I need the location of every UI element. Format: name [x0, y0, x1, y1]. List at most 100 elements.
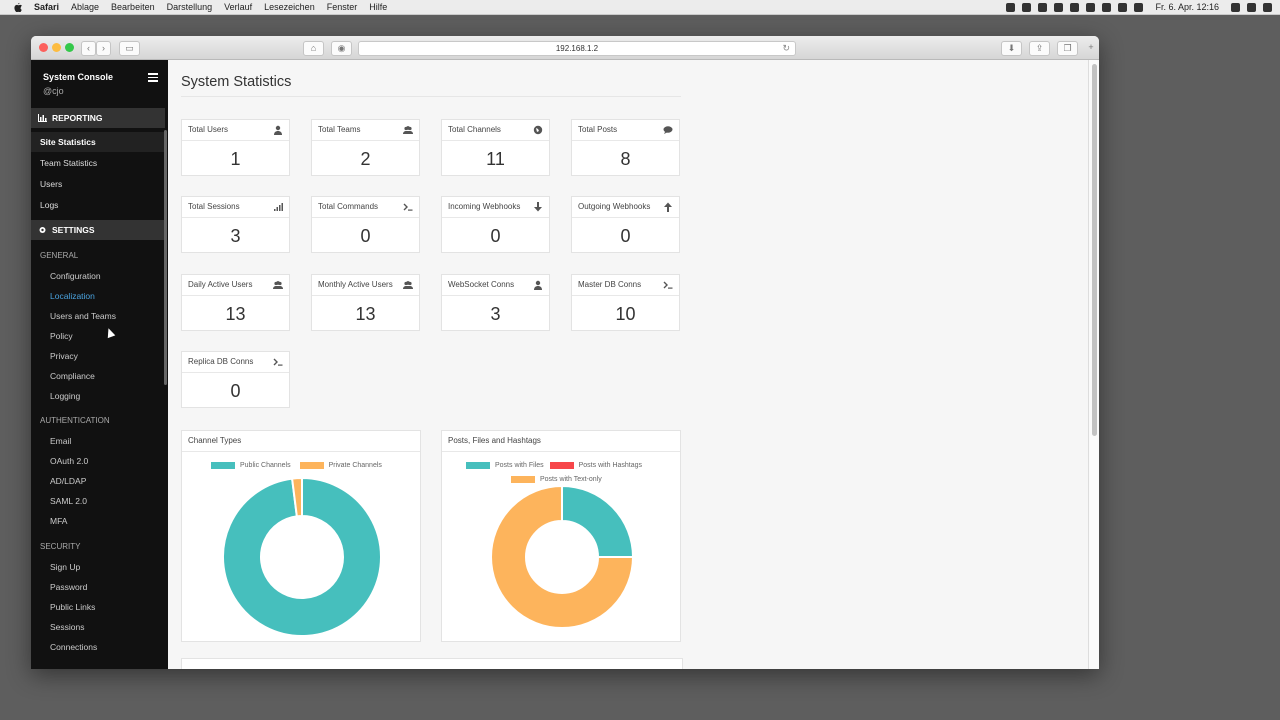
zoom-window-button[interactable]: [65, 43, 74, 52]
spotlight-icon[interactable]: [1231, 2, 1240, 12]
sidebar-scrollbar[interactable]: [164, 130, 167, 385]
page-scrollbar[interactable]: [1088, 60, 1099, 669]
share-button[interactable]: ⇪: [1029, 41, 1050, 56]
stat-label: Total Sessions: [188, 202, 240, 211]
menu-fenster[interactable]: Fenster: [327, 2, 358, 12]
chart-title: Channel Types: [182, 431, 420, 452]
dropbox-icon[interactable]: [1070, 2, 1080, 12]
sidebar-header: System Console @cjo: [43, 72, 113, 96]
sidebar-toggle-button[interactable]: ▭: [119, 41, 140, 56]
menu-ablage[interactable]: Ablage: [71, 2, 99, 12]
reporting-header: REPORTING: [31, 108, 165, 128]
sidebar-item-logs[interactable]: Logs: [40, 200, 58, 210]
tray-icon[interactable]: [1038, 2, 1048, 12]
sidebar: System Console @cjo REPORTING Site Stati…: [31, 60, 168, 669]
menu-clock[interactable]: Fr. 6. Apr. 12:16: [1155, 2, 1219, 12]
users-icon: [403, 281, 413, 289]
downloads-button[interactable]: ⬇: [1001, 41, 1022, 56]
reader-button[interactable]: ◉: [331, 41, 352, 56]
sidebar-item-site-statistics[interactable]: Site Statistics: [31, 132, 165, 152]
sidebar-item-privacy[interactable]: Privacy: [50, 351, 78, 361]
stat-card-total-channels: Total Channels 11: [441, 119, 550, 176]
bar-chart-icon: [38, 114, 47, 122]
address-bar[interactable]: 192.168.1.2 ↻: [358, 41, 796, 56]
apple-icon[interactable]: [12, 2, 24, 12]
stat-label: Total Commands: [318, 202, 379, 211]
donut-slice-posts-with-files[interactable]: [561, 484, 635, 558]
stat-label: Outgoing Webhooks: [578, 202, 651, 211]
stat-value: 1: [230, 149, 241, 169]
stat-value: 3: [230, 226, 241, 246]
sidebar-item-password[interactable]: Password: [50, 582, 87, 592]
stat-card-daily-active-users: Daily Active Users 13: [181, 274, 290, 331]
volume-icon[interactable]: [1134, 2, 1144, 12]
menu-bearbeiten[interactable]: Bearbeiten: [111, 2, 155, 12]
browser-toolbar: ‹ › ▭ ⌂ ◉ 192.168.1.2 ↻ ⬇ ⇪ ❐ +: [31, 36, 1099, 60]
time-machine-icon[interactable]: [1102, 2, 1112, 12]
sidebar-item-sign-up[interactable]: Sign Up: [50, 562, 80, 572]
stat-card-total-commands: Total Commands 0: [311, 196, 420, 253]
sidebar-item-users[interactable]: Users: [40, 179, 62, 189]
home-button[interactable]: ⌂: [303, 41, 324, 56]
tray-icon[interactable]: [1022, 2, 1032, 12]
tray-icon[interactable]: [1006, 2, 1016, 12]
stat-card-total-users: Total Users 1: [181, 119, 290, 176]
menu-icon[interactable]: [148, 73, 158, 82]
stat-card-replica-db-conns: Replica DB Conns 0: [181, 351, 290, 408]
stat-label: Total Channels: [448, 125, 501, 134]
sidebar-item-policy[interactable]: Policy: [50, 331, 73, 341]
notification-center-icon[interactable]: [1263, 2, 1272, 12]
sidebar-item-sessions[interactable]: Sessions: [50, 622, 85, 632]
menu-lesezeichen[interactable]: Lesezeichen: [264, 2, 315, 12]
page-title: System Statistics: [181, 74, 292, 90]
reporting-label: REPORTING: [52, 113, 103, 123]
tray-icon[interactable]: [1086, 2, 1096, 12]
stat-value: 11: [486, 149, 505, 169]
sidebar-item-connections[interactable]: Connections: [50, 642, 97, 652]
menu-verlauf[interactable]: Verlauf: [224, 2, 252, 12]
group-authentication: AUTHENTICATION: [40, 416, 110, 425]
sidebar-item-ad-ldap[interactable]: AD/LDAP: [50, 476, 86, 486]
sidebar-item-logging[interactable]: Logging: [50, 391, 80, 401]
stat-label: Master DB Conns: [578, 280, 642, 289]
page-scrollbar-thumb[interactable]: [1092, 64, 1097, 436]
sidebar-item-email[interactable]: Email: [50, 436, 71, 446]
donut-chart-channel-types: [222, 476, 382, 637]
sidebar-item-localization[interactable]: Localization: [50, 291, 95, 301]
settings-header: SETTINGS: [31, 220, 165, 240]
tabs-overview-button[interactable]: ❐: [1057, 41, 1078, 56]
chart-card-channel-types: Channel Types Public Channels Private Ch…: [181, 430, 421, 642]
sidebar-item-compliance[interactable]: Compliance: [50, 371, 95, 381]
group-security: SECURITY: [40, 542, 81, 551]
mouse-cursor-icon: [104, 326, 116, 339]
sidebar-item-team-statistics[interactable]: Team Statistics: [40, 158, 97, 168]
menu-darstellung[interactable]: Darstellung: [167, 2, 213, 12]
stat-value: 0: [360, 226, 371, 246]
stat-label: Total Posts: [578, 125, 618, 134]
stat-label: Total Teams: [318, 125, 361, 134]
new-tab-button[interactable]: +: [1085, 41, 1097, 54]
minimize-window-button[interactable]: [52, 43, 61, 52]
tray-icon[interactable]: [1054, 2, 1064, 12]
sidebar-item-oauth[interactable]: OAuth 2.0: [50, 456, 88, 466]
next-panel: [181, 658, 683, 669]
users-icon: [403, 126, 413, 134]
siri-icon[interactable]: [1247, 2, 1256, 12]
sidebar-item-users-and-teams[interactable]: Users and Teams: [50, 311, 116, 321]
stat-label: Total Users: [188, 125, 229, 134]
settings-label: SETTINGS: [52, 225, 95, 235]
sidebar-item-mfa[interactable]: MFA: [50, 516, 67, 526]
wifi-icon[interactable]: [1118, 2, 1128, 12]
sidebar-item-configuration[interactable]: Configuration: [50, 271, 101, 281]
stat-label: Daily Active Users: [188, 280, 253, 289]
forward-button[interactable]: ›: [96, 41, 111, 56]
stat-value: 13: [355, 304, 376, 324]
sidebar-item-public-links[interactable]: Public Links: [50, 602, 95, 612]
menu-app-safari[interactable]: Safari: [34, 2, 59, 12]
reload-icon[interactable]: ↻: [782, 42, 790, 55]
stat-label: WebSocket Conns: [448, 280, 515, 289]
sidebar-item-saml[interactable]: SAML 2.0: [50, 496, 87, 506]
back-button[interactable]: ‹: [81, 41, 96, 56]
menu-hilfe[interactable]: Hilfe: [369, 2, 387, 12]
close-window-button[interactable]: [39, 43, 48, 52]
